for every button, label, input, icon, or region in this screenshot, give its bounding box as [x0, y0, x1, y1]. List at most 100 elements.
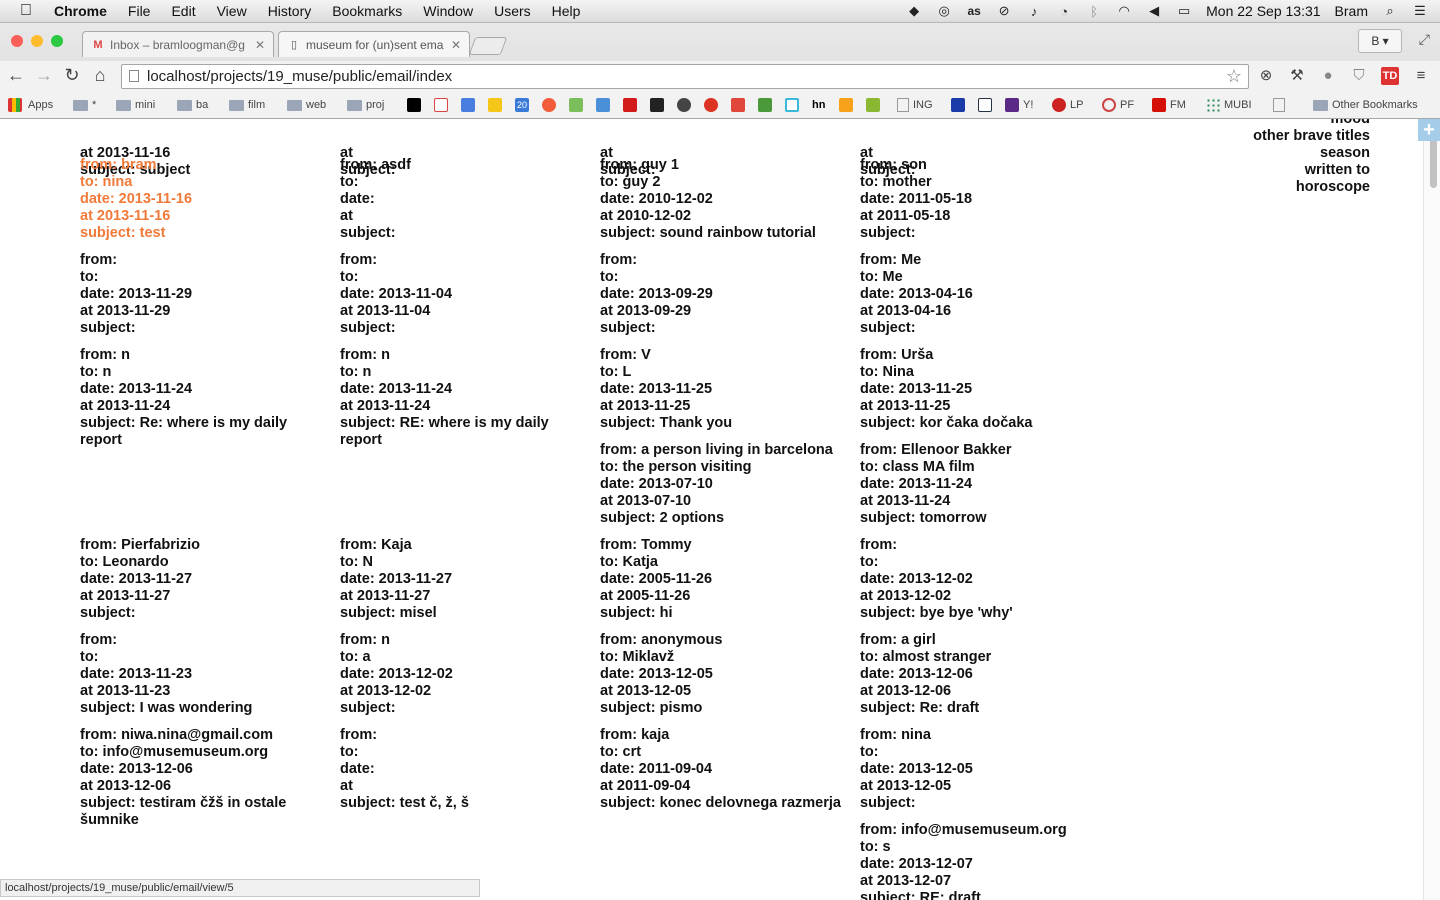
bookmark-maps[interactable]: [569, 97, 583, 113]
email-entry[interactable]: from: asdf to: date: at subject:: [340, 157, 590, 242]
sync-icon[interactable]: ◎: [936, 3, 952, 19]
bookmark-yahoo[interactable]: Y!: [1005, 97, 1033, 113]
side-link-horoscope[interactable]: horoscope: [1253, 179, 1370, 196]
bookmark-apps[interactable]: Apps: [8, 97, 53, 113]
close-tab-icon[interactable]: ✕: [255, 38, 265, 52]
email-entry[interactable]: from: Pierfabrizio to: Leonardo date: 2013…: [80, 537, 330, 622]
bookmark-td[interactable]: [731, 97, 745, 113]
bookmark-blank-page[interactable]: [1273, 97, 1285, 113]
home-icon[interactable]: ⌂: [90, 65, 110, 85]
bookmark-plane[interactable]: [866, 97, 880, 113]
dropbox-icon[interactable]: ◆: [906, 3, 922, 19]
menu-icon[interactable]: ≡: [1412, 67, 1430, 85]
zoom-window-button[interactable]: [51, 35, 63, 47]
back-arrow-icon[interactable]: ←: [6, 65, 26, 85]
bookmark-folder-proj[interactable]: proj: [347, 97, 384, 113]
forward-arrow-icon[interactable]: →: [34, 65, 54, 85]
bookmark-db[interactable]: [978, 97, 992, 113]
time-machine-icon[interactable]: ◔: [1056, 3, 1072, 19]
email-entry[interactable]: from: a person living in barcelona to: th…: [600, 442, 850, 527]
email-entry[interactable]: from: nina to: date: 2013-12-05 at 2013-12-…: [860, 727, 1110, 812]
menu-bookmarks[interactable]: Bookmarks: [332, 3, 402, 19]
bookmark-circle[interactable]: [677, 97, 691, 113]
mute-icon[interactable]: ⊘: [996, 3, 1012, 19]
tab-inbox[interactable]: M Inbox – bramloogman@g ✕: [82, 31, 274, 57]
notification-center-icon[interactable]: ☰: [1412, 3, 1428, 19]
bookmark-green[interactable]: [758, 97, 772, 113]
profile-button[interactable]: B ▾: [1358, 29, 1402, 53]
bookmark-star-icon[interactable]: ☆: [1226, 65, 1242, 88]
email-entry[interactable]: from: Kaja to: Ndate: 2013-11-27 at 2013-1…: [340, 537, 590, 622]
extension-icon[interactable]: ⊗: [1257, 67, 1275, 85]
email-entry[interactable]: from: Urša to: Nina date: 2013-11-25 at 201…: [860, 347, 1110, 432]
bookmark-drive[interactable]: [488, 97, 502, 113]
menu-user[interactable]: Bram: [1335, 3, 1368, 19]
menu-users[interactable]: Users: [494, 3, 531, 19]
email-entry[interactable]: from: to: date: 2013-12-02 at 2013-12-02 sub…: [860, 537, 1110, 622]
email-entry[interactable]: from: to: date: 2013-11-23 at 2013-11-23 sub…: [80, 632, 330, 717]
bookmark-sunset[interactable]: [542, 97, 556, 113]
menu-clock[interactable]: Mon 22 Sep 13:31: [1206, 3, 1320, 19]
email-entry[interactable]: from: Tommy to: Katja date: 2005-11-26 at 2…: [600, 537, 850, 622]
address-bar[interactable]: localhost/projects/19_muse/public/email/…: [121, 64, 1249, 89]
bookmark-blue[interactable]: [951, 97, 965, 113]
email-entry[interactable]: from: kaja to: crt date: 2011-09-04 at 2011…: [600, 727, 850, 812]
bookmark-hn[interactable]: hn: [812, 97, 825, 113]
menu-view[interactable]: View: [217, 3, 247, 19]
email-entry[interactable]: from: anonymous to: Miklavž date: 2013-12-…: [600, 632, 850, 717]
email-entry[interactable]: from: guy 1 to: guy 2 date: 2010-12-02 at 2…: [600, 157, 850, 242]
email-entry[interactable]: from: Vto: Ldate: 2013-11-25 at 2013-11-2…: [600, 347, 850, 432]
bookmark-folder-film[interactable]: film: [229, 97, 265, 113]
vertical-scrollbar[interactable]: [1423, 119, 1440, 900]
menu-file[interactable]: File: [128, 3, 151, 19]
volume-icon[interactable]: ◀: [1146, 3, 1162, 19]
bookmark-black-square[interactable]: [407, 97, 421, 113]
menu-app-name[interactable]: Chrome: [54, 3, 107, 19]
tab-museum[interactable]: ▯ museum for (un)sent ema ✕: [278, 31, 470, 57]
bookmark-translate[interactable]: [596, 97, 610, 113]
bookmark-lp[interactable]: LP: [1052, 97, 1083, 113]
reload-icon[interactable]: ↻: [62, 65, 82, 85]
email-entry[interactable]: from: n to: n date: 2013-11-24 at 2013-11-2…: [340, 347, 590, 449]
bookmark-folder-star[interactable]: *: [73, 97, 96, 113]
apple-menu-icon[interactable]: : [20, 3, 40, 19]
bookmark-folder-ba[interactable]: ba: [177, 97, 208, 113]
apple-extension-icon[interactable]: ●: [1319, 67, 1337, 85]
email-entry[interactable]: from: info@musemuseum.org to: s date: 2013…: [860, 822, 1110, 900]
new-tab-button[interactable]: [468, 37, 508, 55]
email-entry[interactable]: from: to: date: 2013-11-29 at 2013-11-29 sub…: [80, 252, 330, 337]
bookmark-youtube[interactable]: [623, 97, 637, 113]
side-link-mood[interactable]: mood: [1253, 119, 1370, 128]
email-entry[interactable]: from: niwa.nina@gmail.com to: info@musemu…: [80, 727, 330, 829]
shield-icon[interactable]: ⛉: [1350, 67, 1368, 85]
menu-edit[interactable]: Edit: [171, 3, 195, 19]
menu-window[interactable]: Window: [423, 3, 473, 19]
bookmark-mubi[interactable]: MUBI: [1206, 97, 1252, 113]
bluetooth-icon[interactable]: ᛒ: [1086, 3, 1102, 19]
spotlight-search-icon[interactable]: ⌕: [1382, 3, 1398, 19]
close-window-button[interactable]: [11, 35, 23, 47]
lastfm-icon[interactable]: as: [966, 3, 982, 19]
email-entry[interactable]: from: Ellenoor Bakker to: class MA film da…: [860, 442, 1110, 527]
bookmark-power[interactable]: [704, 97, 718, 113]
email-entry[interactable]: from: a girl to: almost stranger date: 201…: [860, 632, 1110, 717]
side-link-other-brave-titles[interactable]: other brave titles: [1253, 128, 1370, 145]
bookmark-calendar[interactable]: 20: [515, 97, 529, 113]
email-entry[interactable]: from: Me to: Me date: 2013-04-16 at 2013-04…: [860, 252, 1110, 337]
notification-bell-icon[interactable]: ♪: [1026, 3, 1042, 19]
bookmark-chart[interactable]: [839, 97, 853, 113]
minimize-window-button[interactable]: [31, 35, 43, 47]
email-entry[interactable]: from: n to: n date: 2013-11-24 at 2013-11-2…: [80, 347, 330, 449]
bookmark-folder-mini[interactable]: mini: [116, 97, 155, 113]
plus-icon[interactable]: +: [1418, 119, 1440, 141]
menu-help[interactable]: Help: [552, 3, 581, 19]
bookmark-gmail[interactable]: [434, 97, 448, 113]
email-entry[interactable]: from: to: date: 2013-11-04 at 2013-11-04 sub…: [340, 252, 590, 337]
bookmark-pf[interactable]: PF: [1102, 97, 1134, 113]
bookmark-cyan[interactable]: [785, 97, 799, 113]
bookmark-ing[interactable]: ING: [897, 97, 933, 113]
email-entry[interactable]: from: n to: a date: 2013-12-02 at 2013-12-0…: [340, 632, 590, 717]
bookmark-google[interactable]: [461, 97, 475, 113]
bookmark-folder-web[interactable]: web: [287, 97, 326, 113]
email-entry[interactable]: from: son to: mother date: 2011-05-18 at 20…: [860, 157, 1110, 242]
